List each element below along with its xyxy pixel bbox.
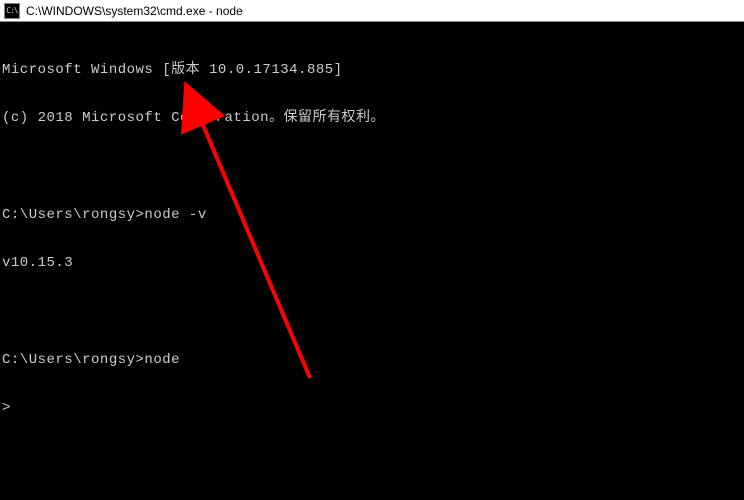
terminal-line: > xyxy=(2,400,742,416)
terminal-line xyxy=(2,304,742,320)
window-titlebar[interactable]: C:\ C:\WINDOWS\system32\cmd.exe - node xyxy=(0,0,744,22)
terminal-output[interactable]: Microsoft Windows [版本 10.0.17134.885] (c… xyxy=(0,22,744,434)
terminal-line: v10.15.3 xyxy=(2,255,742,271)
terminal-line xyxy=(2,159,742,175)
terminal-line: C:\Users\rongsy>node -v xyxy=(2,207,742,223)
terminal-line: Microsoft Windows [版本 10.0.17134.885] xyxy=(2,62,742,78)
terminal-line: C:\Users\rongsy>node xyxy=(2,352,742,368)
cmd-icon: C:\ xyxy=(4,3,20,19)
terminal-line: (c) 2018 Microsoft Corporation。保留所有权利。 xyxy=(2,110,742,126)
window-title: C:\WINDOWS\system32\cmd.exe - node xyxy=(26,4,243,18)
